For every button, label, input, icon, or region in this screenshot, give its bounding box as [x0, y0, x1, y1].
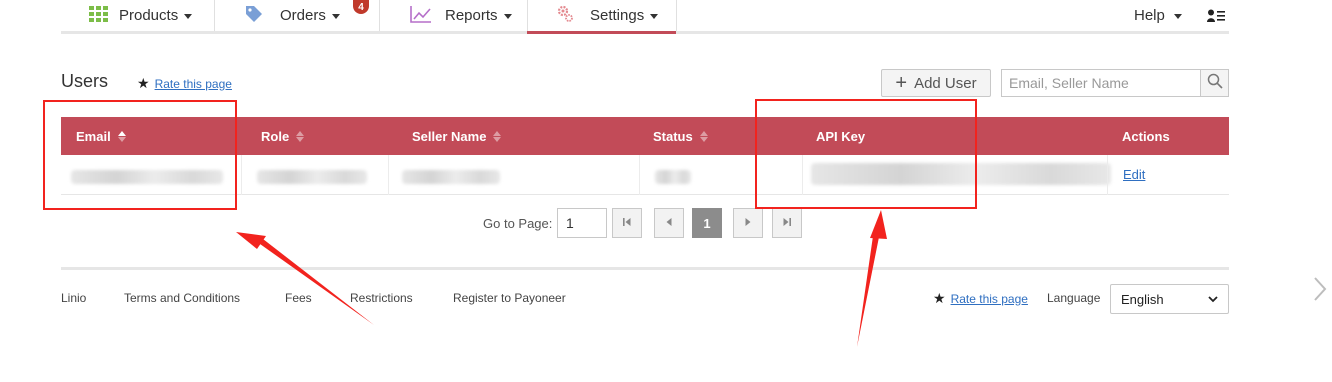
annotation-arrow-email [236, 232, 374, 325]
annotation-arrows [236, 210, 887, 347]
annotation-arrow-api-key [857, 210, 887, 347]
